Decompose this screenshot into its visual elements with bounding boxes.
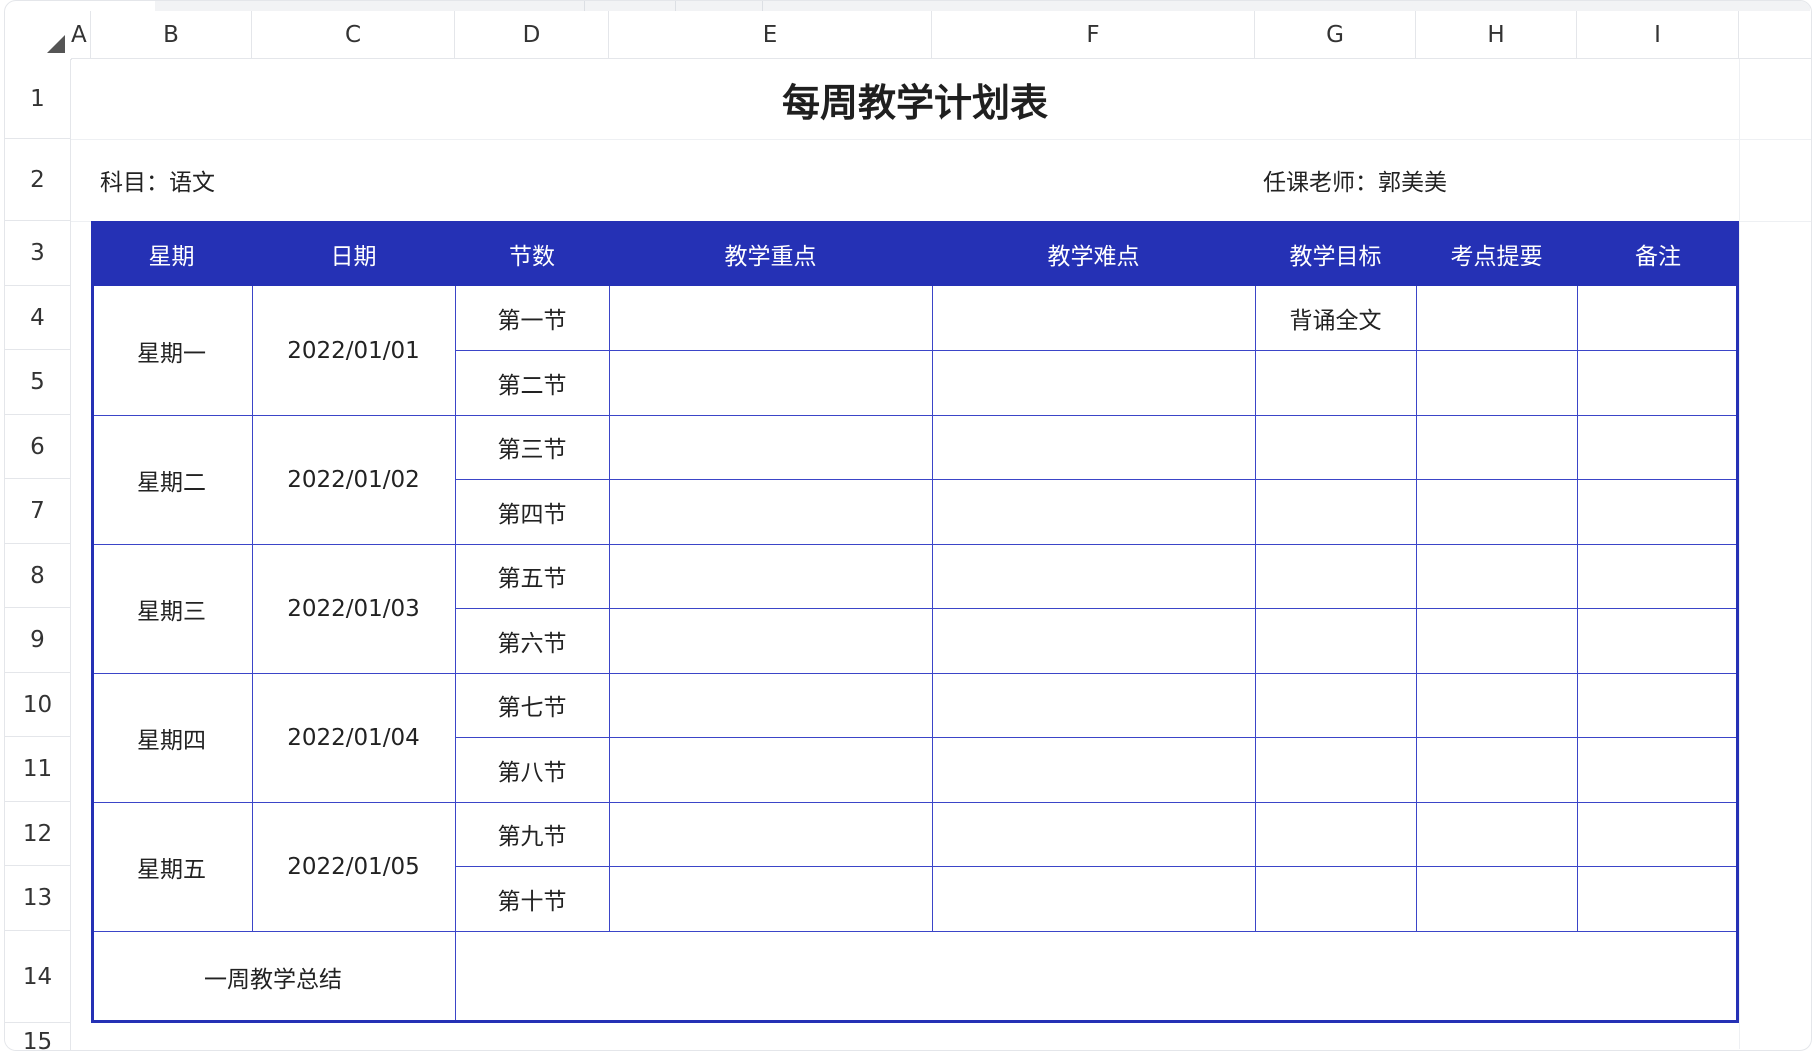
date-cell[interactable]: 2022/01/05 [252, 802, 455, 931]
column-header-h[interactable]: H [1416, 11, 1577, 59]
row-header-7[interactable]: 7 [5, 479, 71, 544]
row-header-1[interactable]: 1 [5, 59, 71, 139]
spreadsheet-frame: A B C D E F G H I 1 2 3 4 5 6 7 8 9 10 1… [4, 0, 1812, 1051]
column-header-a[interactable]: A [71, 11, 91, 59]
row-header-12[interactable]: 12 [5, 802, 71, 866]
select-all-triangle-icon [47, 35, 65, 53]
column-header-i[interactable]: I [1577, 11, 1739, 59]
weekday-cell[interactable]: 星期三 [91, 544, 252, 673]
row-header-15[interactable]: 15 [5, 1023, 71, 1050]
sheet-title[interactable]: 每周教学计划表 [91, 59, 1739, 139]
lesson-cell[interactable]: 第四节 [455, 479, 609, 544]
column-header-next[interactable] [1739, 11, 1811, 59]
column-header-g[interactable]: G [1255, 11, 1416, 59]
lesson-cell[interactable]: 第六节 [455, 608, 609, 673]
row-header-14[interactable]: 14 [5, 931, 71, 1023]
row-header-8[interactable]: 8 [5, 544, 71, 608]
date-cell[interactable]: 2022/01/03 [252, 544, 455, 673]
teacher-label[interactable]: 任课老师：郭美美 [1263, 139, 1663, 221]
row-header-4[interactable]: 4 [5, 286, 71, 350]
lesson-cell[interactable]: 第十节 [455, 866, 609, 931]
lesson-cell[interactable]: 第三节 [455, 415, 609, 479]
subject-label[interactable]: 科目：语文 [100, 139, 500, 221]
lesson-cell[interactable]: 第五节 [455, 544, 609, 608]
lesson-cell[interactable]: 第二节 [455, 350, 609, 415]
row-header-6[interactable]: 6 [5, 415, 71, 479]
weekday-cell[interactable]: 星期一 [91, 286, 252, 415]
row-header-9[interactable]: 9 [5, 608, 71, 673]
row-header-13[interactable]: 13 [5, 866, 71, 931]
date-cell[interactable]: 2022/01/02 [252, 415, 455, 544]
top-tab-strip [155, 1, 1810, 11]
summary-label-cell[interactable]: 一周教学总结 [91, 931, 455, 1023]
row-header-11[interactable]: 11 [5, 737, 71, 802]
column-header-c[interactable]: C [252, 11, 455, 59]
lesson-cell[interactable]: 第一节 [455, 286, 609, 350]
column-header-f[interactable]: F [932, 11, 1255, 59]
column-header-d[interactable]: D [455, 11, 609, 59]
lesson-cell[interactable]: 第九节 [455, 802, 609, 866]
lesson-cell[interactable]: 第八节 [455, 737, 609, 802]
row-header-2[interactable]: 2 [5, 139, 71, 221]
weekday-cell[interactable]: 星期五 [91, 802, 252, 931]
date-cell[interactable]: 2022/01/04 [252, 673, 455, 802]
column-header-e[interactable]: E [609, 11, 932, 59]
date-cell[interactable]: 2022/01/01 [252, 286, 455, 415]
weekday-cell[interactable]: 星期四 [91, 673, 252, 802]
goal-cell-row4[interactable]: 背诵全文 [1255, 286, 1416, 350]
lesson-cell[interactable]: 第七节 [455, 673, 609, 737]
summary-content-cell[interactable] [455, 931, 1739, 1023]
weekday-cell[interactable]: 星期二 [91, 415, 252, 544]
row-header-10[interactable]: 10 [5, 673, 71, 737]
row-header-3[interactable]: 3 [5, 221, 71, 286]
select-all-corner[interactable] [5, 11, 72, 60]
column-header-b[interactable]: B [91, 11, 252, 59]
row-header-5[interactable]: 5 [5, 350, 71, 415]
